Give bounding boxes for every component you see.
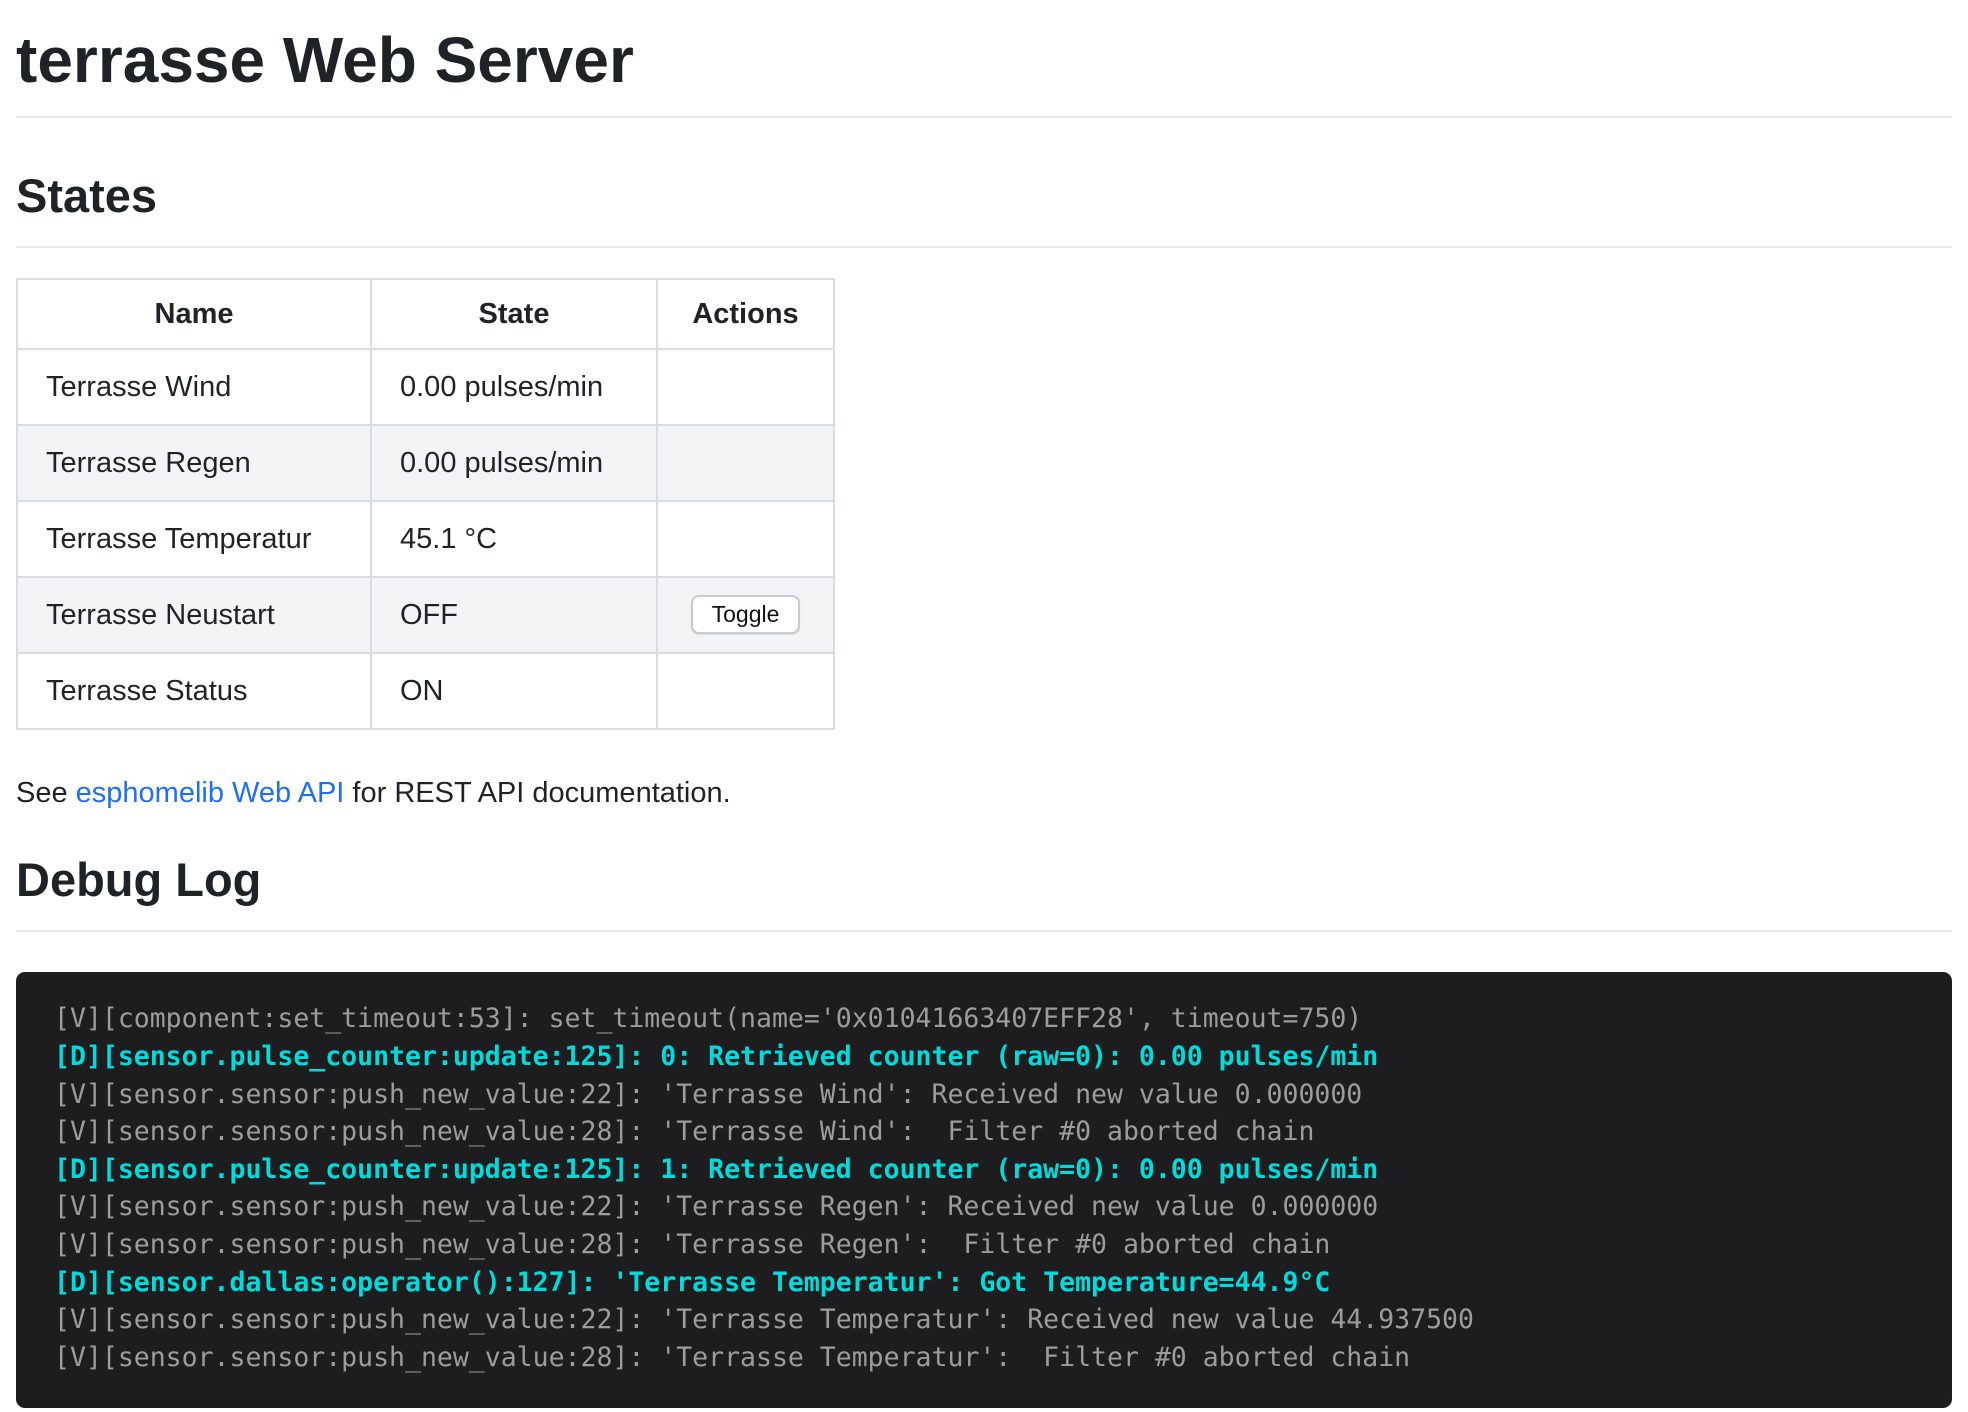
entity-name-cell: Terrasse Status: [17, 653, 371, 729]
page-title: terrasse Web Server: [16, 0, 1952, 118]
log-line: [V][sensor.sensor:push_new_value:22]: 'T…: [54, 1301, 1932, 1339]
log-line: [V][sensor.sensor:push_new_value:22]: 'T…: [54, 1076, 1932, 1114]
api-note-prefix: See: [16, 777, 76, 809]
entity-state-cell: ON: [371, 653, 657, 729]
esphomelib-web-api-link[interactable]: esphomelib Web API: [76, 777, 345, 809]
entity-state-cell: OFF: [371, 577, 657, 653]
table-row: Terrasse Neustart OFF Toggle: [17, 577, 834, 653]
toggle-button[interactable]: Toggle: [691, 595, 801, 634]
log-line: [V][sensor.sensor:push_new_value:28]: 'T…: [54, 1113, 1932, 1151]
table-row: Terrasse Status ON: [17, 653, 834, 729]
table-header-row: Name State Actions: [17, 279, 834, 349]
entity-name-cell: Terrasse Neustart: [17, 577, 371, 653]
log-line: [V][sensor.sensor:push_new_value:28]: 'T…: [54, 1226, 1932, 1264]
entity-state-cell: 45.1 °C: [371, 501, 657, 577]
entity-state-cell: 0.00 pulses/min: [371, 349, 657, 425]
entity-name-cell: Terrasse Regen: [17, 425, 371, 501]
table-row: Terrasse Temperatur 45.1 °C: [17, 501, 834, 577]
entity-name-cell: Terrasse Temperatur: [17, 501, 371, 577]
column-header-actions: Actions: [657, 279, 834, 349]
entity-actions-cell: Toggle: [657, 577, 834, 653]
api-note-suffix: for REST API documentation.: [344, 777, 730, 809]
log-line: [D][sensor.pulse_counter:update:125]: 1:…: [54, 1151, 1932, 1189]
log-line: [V][component:set_timeout:53]: set_timeo…: [54, 1000, 1932, 1038]
entity-state-cell: 0.00 pulses/min: [371, 425, 657, 501]
entity-actions-cell: [657, 501, 834, 577]
log-line: [D][sensor.pulse_counter:update:125]: 0:…: [54, 1038, 1932, 1076]
entity-actions-cell: [657, 653, 834, 729]
debug-log-panel: [V][component:set_timeout:53]: set_timeo…: [16, 972, 1952, 1408]
states-heading: States: [16, 118, 1952, 248]
table-row: Terrasse Regen 0.00 pulses/min: [17, 425, 834, 501]
column-header-state: State: [371, 279, 657, 349]
column-header-name: Name: [17, 279, 371, 349]
log-line: [V][sensor.sensor:push_new_value:28]: 'T…: [54, 1339, 1932, 1377]
log-line: [D][sensor.dallas:operator():127]: 'Terr…: [54, 1264, 1932, 1302]
entity-actions-cell: [657, 349, 834, 425]
table-row: Terrasse Wind 0.00 pulses/min: [17, 349, 834, 425]
page: terrasse Web Server States Name State Ac…: [0, 0, 1968, 1412]
api-note: See esphomelib Web API for REST API docu…: [16, 774, 1952, 812]
log-line: [V][sensor.sensor:push_new_value:22]: 'T…: [54, 1188, 1932, 1226]
entity-name-cell: Terrasse Wind: [17, 349, 371, 425]
entity-actions-cell: [657, 425, 834, 501]
debug-log-heading: Debug Log: [16, 812, 1952, 932]
states-table: Name State Actions Terrasse Wind 0.00 pu…: [16, 278, 835, 730]
